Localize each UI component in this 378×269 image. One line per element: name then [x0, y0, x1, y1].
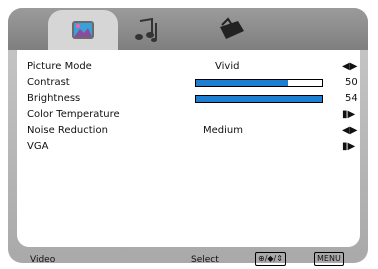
music-note-icon — [135, 17, 157, 42]
tab-audio[interactable] — [124, 12, 170, 48]
brightness-slider-fill — [196, 96, 322, 102]
brightness-value: 54 — [345, 93, 358, 104]
menu-label: Brightness — [27, 93, 81, 104]
contrast-slider-fill — [196, 80, 288, 86]
select-keys-badge: ⊕/◆/⇕ — [255, 252, 286, 266]
source-label: Video — [30, 255, 56, 265]
submenu-arrow-icon[interactable]: ▮▶ — [342, 108, 355, 122]
menu-value: Medium — [203, 125, 243, 136]
toolbox-icon — [220, 17, 244, 39]
footer-bar — [17, 247, 360, 263]
menu-value: Vivid — [215, 61, 240, 72]
tab-picture[interactable] — [48, 10, 118, 50]
left-right-arrows-icon[interactable]: ◀▶ — [342, 60, 357, 74]
menu-key-badge[interactable]: MENU — [314, 252, 344, 266]
menu-label: Color Temperature — [27, 109, 120, 120]
menu-label: Picture Mode — [27, 61, 92, 72]
contrast-slider[interactable] — [195, 79, 323, 87]
menu-label: VGA — [27, 141, 49, 152]
select-label: Select — [191, 255, 219, 265]
picture-icon — [72, 21, 94, 39]
brightness-slider[interactable] — [195, 95, 323, 103]
menu-label: Contrast — [27, 77, 70, 88]
tab-setup[interactable] — [208, 12, 254, 48]
submenu-arrow-icon[interactable]: ▮▶ — [342, 140, 355, 154]
menu-label: Noise Reduction — [27, 125, 108, 136]
left-right-arrows-icon[interactable]: ◀▶ — [342, 124, 357, 138]
contrast-value: 50 — [345, 77, 358, 88]
